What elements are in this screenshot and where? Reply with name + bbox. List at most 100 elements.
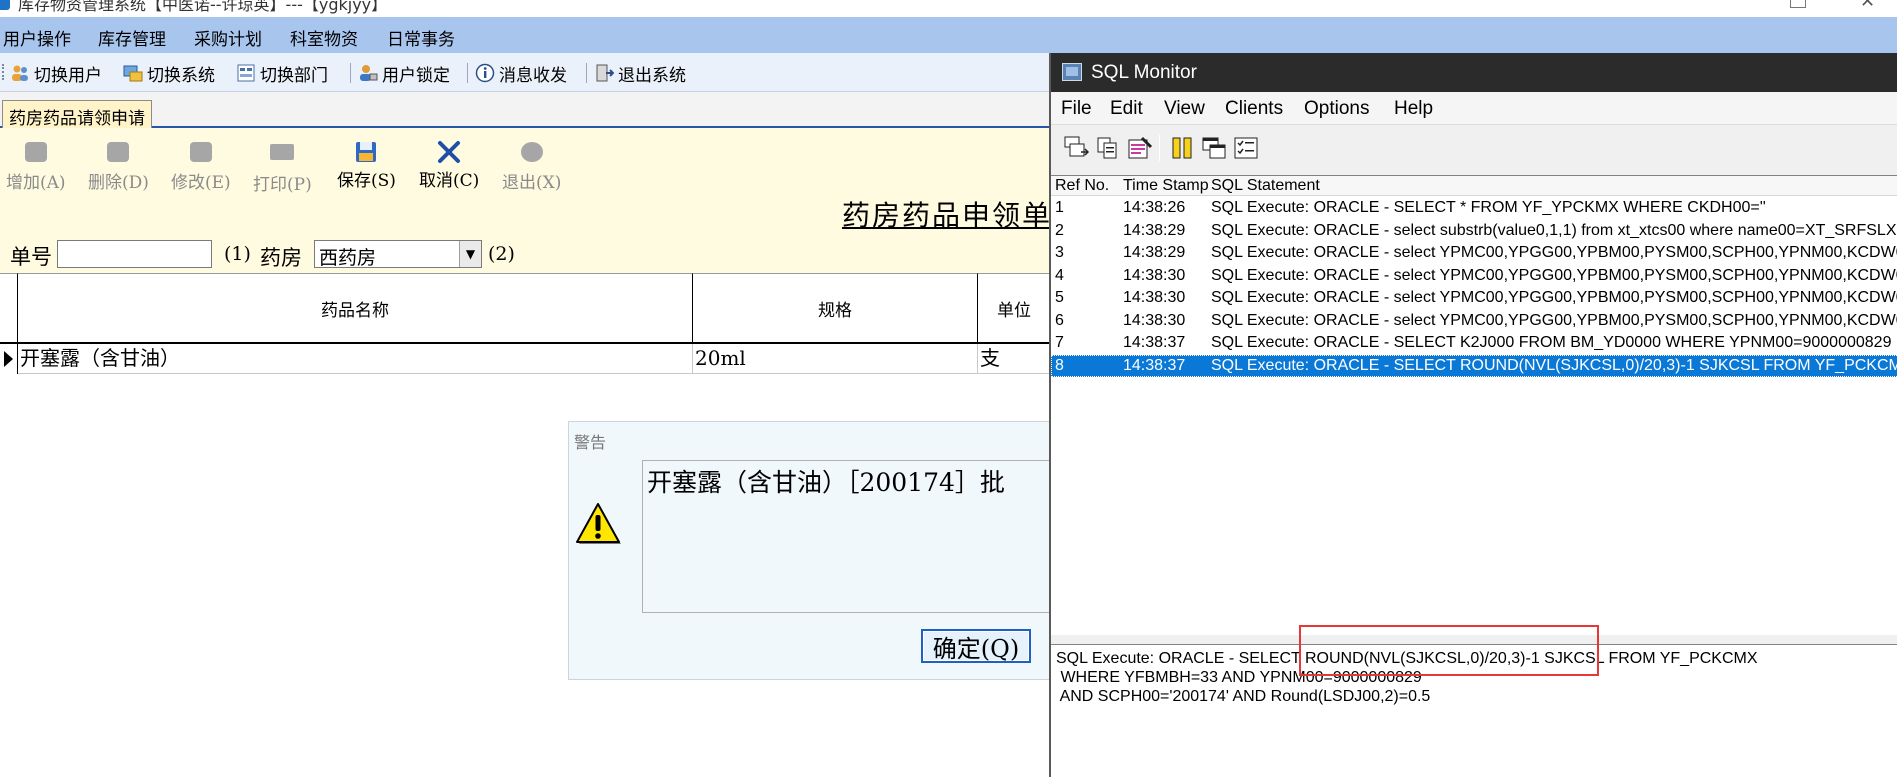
switch-system-icon xyxy=(123,65,143,82)
export-icon[interactable] xyxy=(1063,136,1089,160)
toolbar-grip[interactable] xyxy=(2,64,5,80)
column-header-time-stamp[interactable]: Time Stamp xyxy=(1123,177,1209,195)
sql-row-statement: SQL Execute: ORACLE - select substrb(val… xyxy=(1211,221,1897,239)
info-icon xyxy=(475,63,495,83)
table-row-cell-spec[interactable]: 20ml xyxy=(693,344,978,374)
user-lock-label: 用户锁定 xyxy=(382,65,450,86)
toolbar-separator xyxy=(586,63,587,83)
form-title: 药房药品申领单 xyxy=(842,199,1053,232)
table-row[interactable]: 3 14:38:29 SQL Execute: ORACLE - select YP… xyxy=(1051,242,1897,264)
menu-options[interactable]: Options xyxy=(1304,98,1369,120)
messages-button[interactable]: 消息收发 xyxy=(475,61,567,86)
switch-user-button[interactable]: 切换用户 xyxy=(10,61,102,86)
sql-row-statement: SQL Execute: ORACLE - SELECT * FROM YF_Y… xyxy=(1211,199,1766,216)
sql-row-ref: 3 xyxy=(1055,244,1064,261)
window-title: 库存物资管理系统【中医诺--许琼英】---【ygkjyy】 xyxy=(18,0,388,14)
warning-dialog: 警告 开塞露（含甘油）［200174］批 确定(Q) xyxy=(568,421,1062,680)
edit-icon xyxy=(189,142,213,166)
add-button[interactable]: 增加(A) xyxy=(6,140,66,193)
windows-icon[interactable] xyxy=(1201,136,1227,160)
sql-row-ref: 5 xyxy=(1055,289,1064,306)
table-row[interactable]: 4 14:38:30 SQL Execute: ORACLE - select YP… xyxy=(1051,265,1897,287)
row-indicator-icon xyxy=(0,344,18,374)
switch-system-button[interactable]: 切换系统 xyxy=(123,61,215,86)
pharmacy-select[interactable]: 西药房 ▼ xyxy=(314,240,482,269)
save-button[interactable]: 保存(S) xyxy=(337,140,396,191)
tab-pharmacy-request[interactable]: 药房药品请领申请 xyxy=(2,100,152,129)
menu-inventory[interactable]: 库存管理 xyxy=(98,25,166,50)
menu-edit[interactable]: Edit xyxy=(1110,98,1143,120)
column-header-drug-name[interactable]: 药品名称 xyxy=(18,273,693,344)
order-number-hint: (1) xyxy=(224,243,251,265)
sql-monitor-title-bar[interactable]: SQL Monitor xyxy=(1051,53,1897,92)
exit-button[interactable]: 退出(X) xyxy=(502,140,561,193)
close-icon[interactable]: ✕ xyxy=(1860,0,1875,12)
sql-row-statement: SQL Execute: ORACLE - select YPMC00,YPGG… xyxy=(1211,289,1897,306)
ok-button[interactable]: 确定(Q) xyxy=(921,629,1031,663)
pharmacy-label: 药房 xyxy=(260,246,302,270)
table-row[interactable]: 6 14:38:30 SQL Execute: ORACLE - select YP… xyxy=(1051,310,1897,332)
dropdown-arrow-icon[interactable]: ▼ xyxy=(459,241,481,267)
sql-monitor-toolbar xyxy=(1051,124,1897,168)
exit-system-button[interactable]: 退出系统 xyxy=(594,61,686,86)
sql-row-time: 14:38:30 xyxy=(1123,311,1186,329)
sql-row-time: 14:38:30 xyxy=(1123,289,1186,306)
column-header-spec[interactable]: 规格 xyxy=(693,273,978,344)
delete-icon xyxy=(106,142,130,166)
add-icon xyxy=(24,142,48,166)
print-icon xyxy=(270,144,295,168)
menu-clients[interactable]: Clients xyxy=(1225,98,1283,120)
table-row-cell-drug-name[interactable]: 开塞露（含甘油） xyxy=(18,344,693,374)
grid-indicator-header xyxy=(0,273,18,344)
tab-strip: 药房药品请领申请 xyxy=(0,92,1050,129)
column-header-sql-statement[interactable]: SQL Statement xyxy=(1211,177,1320,195)
sql-row-time: 14:38:37 xyxy=(1123,334,1186,351)
menu-purchase-plan[interactable]: 采购计划 xyxy=(194,25,262,50)
users-icon xyxy=(12,65,28,81)
edit-button[interactable]: 修改(E) xyxy=(171,140,231,193)
copy-icon[interactable] xyxy=(1095,136,1121,160)
toolbar-separator xyxy=(1159,135,1160,161)
switch-dept-label: 切换部门 xyxy=(260,65,328,86)
sql-row-ref: 6 xyxy=(1055,311,1064,329)
delete-button[interactable]: 删除(D) xyxy=(88,140,149,193)
table-row[interactable]: 7 14:38:37 SQL Execute: ORACLE - SELECT K2… xyxy=(1051,332,1897,354)
add-label: 增加(A) xyxy=(6,173,66,193)
order-number-input[interactable] xyxy=(57,240,212,268)
sql-monitor-title: SQL Monitor xyxy=(1091,62,1197,83)
table-row[interactable]: 5 14:38:30 SQL Execute: ORACLE - select YP… xyxy=(1051,287,1897,309)
sql-monitor-window: SQL Monitor File Edit View Clients Optio… xyxy=(1049,53,1897,777)
warning-message-box: 开塞露（含甘油）［200174］批 xyxy=(642,460,1062,613)
pause-icon[interactable] xyxy=(1169,136,1195,160)
menu-dept-supplies[interactable]: 科室物资 xyxy=(290,25,358,50)
switch-user-label: 切换用户 xyxy=(34,65,102,86)
user-lock-button[interactable]: 用户锁定 xyxy=(358,61,450,86)
sql-row-time: 14:38:26 xyxy=(1123,199,1186,216)
edit-notes-icon[interactable] xyxy=(1127,136,1153,160)
table-row[interactable]: 1 14:38:26 SQL Execute: ORACLE - SELECT * … xyxy=(1051,197,1897,219)
sql-row-ref: 4 xyxy=(1055,266,1064,284)
table-row[interactable]: 8 14:38:37 SQL Execute: ORACLE - SELECT RO… xyxy=(1051,354,1897,377)
print-button[interactable]: 打印(P) xyxy=(253,140,312,195)
menu-daily-affairs[interactable]: 日常事务 xyxy=(387,25,455,50)
sql-row-ref: 1 xyxy=(1055,199,1064,216)
table-row-cell-unit[interactable]: 支 xyxy=(978,344,1050,374)
column-header-unit[interactable]: 单位 xyxy=(978,273,1050,344)
switch-dept-button[interactable]: 切换部门 xyxy=(236,61,328,86)
restore-icon[interactable] xyxy=(1790,0,1806,8)
menu-user-ops[interactable]: 用户操作 xyxy=(3,25,71,50)
sql-row-statement: SQL Execute: ORACLE - select YPMC00,YPGG… xyxy=(1211,244,1897,261)
sql-list-header: Ref No. Time Stamp SQL Statement xyxy=(1051,176,1897,196)
menu-file[interactable]: File xyxy=(1061,98,1092,120)
column-header-ref-no[interactable]: Ref No. xyxy=(1055,177,1109,195)
sql-row-time: 14:38:30 xyxy=(1123,266,1186,284)
menu-view[interactable]: View xyxy=(1164,98,1205,120)
sql-row-statement: SQL Execute: ORACLE - select YPMC00,YPGG… xyxy=(1211,266,1897,284)
cancel-button[interactable]: 取消(C) xyxy=(419,140,479,191)
menu-help[interactable]: Help xyxy=(1394,98,1433,120)
table-row[interactable]: 2 14:38:29 SQL Execute: ORACLE - select su… xyxy=(1051,220,1897,242)
checklist-icon[interactable] xyxy=(1233,136,1259,160)
sql-row-ref: 2 xyxy=(1055,221,1064,239)
toolbar-separator xyxy=(350,63,351,83)
sql-row-time: 14:38:29 xyxy=(1123,244,1186,261)
